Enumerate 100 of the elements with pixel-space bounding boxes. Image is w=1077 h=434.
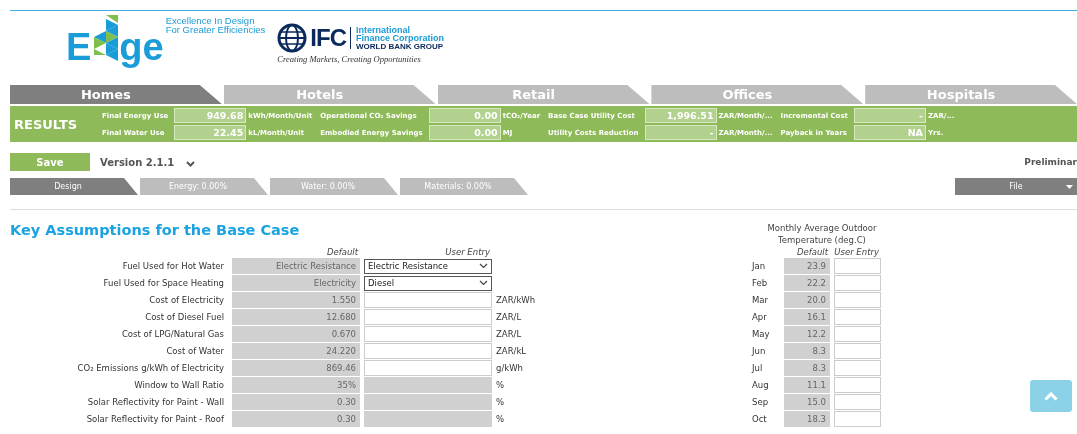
logo-tagline: Excellence In Design For Greater Efficiencies	[165, 16, 266, 34]
status-label: Preliminar	[1024, 157, 1077, 167]
result-value: -	[644, 125, 717, 140]
row-label: Cost of Diesel Fuel	[144, 311, 225, 324]
unit-label: g/kWh	[496, 363, 524, 373]
default-value: 18.3	[784, 411, 830, 427]
default-value: 869.46	[232, 360, 360, 376]
input-field[interactable]	[834, 275, 881, 291]
input-field[interactable]	[834, 326, 881, 342]
month-label: May	[752, 328, 771, 341]
category-tab[interactable]: Homes	[10, 85, 222, 104]
column-header: User Entry	[834, 247, 880, 257]
result-value: NA	[853, 125, 926, 140]
default-value: 15.0	[784, 394, 830, 410]
row-label: Solar Reflectivity for Paint - Roof	[85, 413, 225, 426]
month-label: Jan	[752, 260, 767, 273]
default-value: 8.3	[784, 343, 830, 359]
unit-label: %	[496, 414, 506, 424]
input-field[interactable]	[364, 326, 492, 342]
month-label: Aug	[752, 379, 770, 392]
month-label: Jun	[752, 345, 767, 358]
input-field[interactable]	[834, 394, 881, 410]
category-tab[interactable]: Retail	[437, 85, 650, 104]
row-label: Window to Wall Ratio	[133, 379, 225, 392]
column-header: Default	[795, 247, 830, 257]
input-field[interactable]	[364, 309, 492, 325]
category-tab[interactable]: Hotels	[223, 85, 436, 104]
logo-letters: ge	[119, 28, 164, 66]
save-button[interactable]: Save	[10, 153, 90, 171]
category-tab[interactable]: Hospitals	[865, 85, 1077, 104]
result-value: 22.45	[174, 125, 247, 140]
month-label: Jul	[752, 362, 764, 375]
dropdown-field[interactable]: Diesel	[364, 275, 492, 291]
chevron-down-icon[interactable]	[186, 161, 196, 167]
section-tab[interactable]: Design	[10, 178, 138, 195]
default-value: 16.1	[784, 309, 830, 325]
results-title: RESULTS	[14, 116, 79, 132]
chevron-up-icon	[1044, 391, 1058, 401]
column-header: User Entry	[444, 247, 491, 257]
file-menu-button[interactable]: File	[955, 178, 1077, 195]
default-value: 22.2	[784, 275, 830, 291]
default-value: 0.670	[232, 326, 360, 342]
default-value: 24.220	[232, 343, 360, 359]
unit-label: ZAR/kL	[496, 346, 528, 356]
unit-label: ZAR/L	[496, 329, 523, 339]
category-tab[interactable]: Offices	[651, 85, 864, 104]
month-label: Mar	[752, 294, 770, 307]
row-label: Fuel Used for Hot Water	[121, 260, 225, 273]
input-field[interactable]	[834, 258, 881, 274]
triangle-logo-icon	[92, 15, 119, 61]
input-field[interactable]	[834, 343, 881, 359]
default-value: Electricity	[232, 275, 360, 291]
result-value: 949.68	[174, 108, 247, 123]
logo-letters: E	[66, 28, 92, 66]
caret-down-icon	[1066, 185, 1073, 189]
chevron-down-icon	[479, 280, 488, 286]
row-label: Cost of Water	[165, 345, 225, 358]
table-title: Monthly Average Outdoor Temperature (deg.C)	[766, 222, 878, 246]
default-value: 0.30	[232, 394, 360, 410]
row-label: Solar Reflectivity for Paint - Wall	[86, 396, 225, 409]
unit-label: %	[496, 397, 506, 407]
logo-tagline: Creating Markets, Creating Opportunities	[277, 54, 422, 64]
column-header: Default	[325, 247, 360, 257]
row-label: Cost of Electricity	[148, 294, 225, 307]
input-field[interactable]	[364, 292, 492, 308]
input-field[interactable]	[834, 360, 881, 376]
month-label: Oct	[752, 413, 768, 426]
result-value: -	[853, 108, 926, 123]
result-value: 1,996.51	[644, 108, 717, 123]
default-value: 8.3	[784, 360, 830, 376]
default-value: Electric Resistance	[232, 258, 360, 274]
month-label: Sep	[752, 396, 770, 409]
input-field[interactable]	[834, 411, 881, 427]
default-value: 0.30	[232, 411, 360, 427]
result-value: 0.00	[428, 108, 501, 123]
input-field[interactable]	[364, 343, 492, 359]
month-label: Feb	[752, 277, 769, 290]
default-value: 12.2	[784, 326, 830, 342]
logo-acronym: IFC	[310, 27, 351, 49]
default-value: 23.9	[784, 258, 830, 274]
input-field[interactable]	[834, 377, 881, 393]
unit-label: ZAR/L	[496, 312, 523, 322]
section-tab[interactable]: Materials: 0.00%	[400, 178, 528, 195]
default-value: 35%	[232, 377, 360, 393]
result-value: 0.00	[428, 125, 501, 140]
default-value: 11.1	[784, 377, 830, 393]
unit-label: ZAR/kWh	[496, 295, 537, 305]
scroll-top-button[interactable]	[1030, 380, 1072, 412]
input-field[interactable]	[834, 309, 881, 325]
row-label: CO₂ Emissions g/kWh of Electricity	[76, 362, 225, 375]
dropdown-field[interactable]: Electric Resistance	[364, 258, 492, 274]
row-label: Fuel Used for Space Heating	[102, 277, 225, 290]
default-value: 20.0	[784, 292, 830, 308]
input-field[interactable]	[834, 292, 881, 308]
section-title: Key Assumptions for the Base Case	[10, 222, 301, 238]
version-label: Version 2.1.1	[100, 156, 175, 168]
row-label: Cost of LPG/Natural Gas	[120, 328, 225, 341]
chevron-down-icon	[479, 263, 488, 269]
default-value: 12.680	[232, 309, 360, 325]
input-field[interactable]	[364, 360, 492, 376]
